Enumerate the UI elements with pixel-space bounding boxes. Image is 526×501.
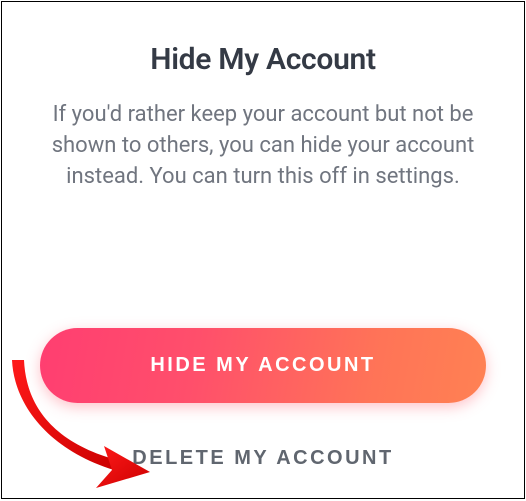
modal-title: Hide My Account — [40, 42, 486, 77]
modal-actions: HIDE MY ACCOUNT DELETE MY ACCOUNT — [2, 328, 524, 498]
modal-description: If you'd rather keep your account but no… — [40, 99, 486, 193]
modal-content: Hide My Account If you'd rather keep you… — [2, 2, 524, 193]
hide-account-button[interactable]: HIDE MY ACCOUNT — [40, 328, 486, 403]
delete-account-link[interactable]: DELETE MY ACCOUNT — [122, 441, 403, 476]
hide-account-modal: Hide My Account If you'd rather keep you… — [1, 1, 525, 499]
